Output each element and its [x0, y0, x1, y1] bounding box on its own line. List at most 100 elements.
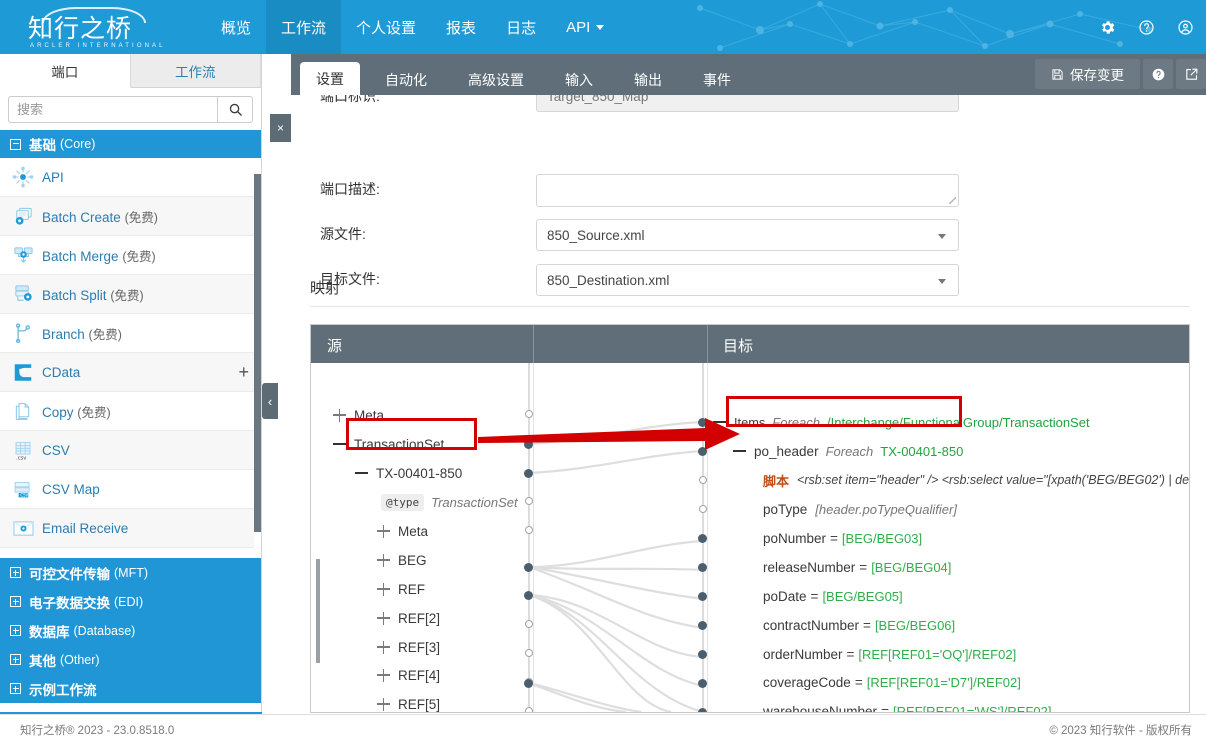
- collapse-minus-icon[interactable]: [733, 445, 746, 458]
- source-node[interactable]: [524, 707, 533, 712]
- sidebar-group-edi[interactable]: 电子数据交换 (EDI): [0, 587, 261, 616]
- target-tree-row[interactable]: releaseNumber = [BEG/BEG04]: [763, 553, 951, 581]
- expand-plus-icon[interactable]: [377, 668, 390, 682]
- source-node[interactable]: [524, 526, 533, 534]
- nav-item-workflow[interactable]: 工作流: [266, 0, 342, 54]
- source-node[interactable]: [524, 497, 533, 505]
- tab-advanced[interactable]: 高级设置: [452, 64, 540, 95]
- user-circle-icon[interactable]: [1177, 19, 1194, 36]
- target-node[interactable]: [698, 505, 707, 513]
- source-tree-row[interactable]: REF[5]: [377, 690, 440, 712]
- sidebar-scrollbar[interactable]: [254, 158, 261, 558]
- source-tree-scrollbar-thumb[interactable]: [316, 559, 320, 663]
- source-tree-row[interactable]: REF[2]: [377, 604, 440, 632]
- target-tree-row-items[interactable]: Items Foreach /Interchange/FunctionalGro…: [713, 408, 1090, 436]
- port-item-cdata[interactable]: CData +: [0, 353, 261, 392]
- target-tree-row[interactable]: orderNumber = [REF[REF01='OQ']/REF02]: [763, 640, 1016, 668]
- port-item-email-receive[interactable]: Email Receive: [0, 509, 261, 548]
- source-tree-row[interactable]: REF[3]: [377, 633, 440, 661]
- sidebar-scrollbar-thumb[interactable]: [254, 174, 261, 532]
- gear-icon[interactable]: [1099, 19, 1116, 36]
- target-node[interactable]: [698, 417, 707, 427]
- source-node[interactable]: [524, 468, 533, 478]
- source-node[interactable]: [524, 439, 533, 449]
- expand-plus-icon[interactable]: [377, 611, 390, 625]
- source-tree-row-attr-type[interactable]: @type TransactionSet: [381, 488, 518, 516]
- sidebar-group-database[interactable]: 数据库 (Database): [0, 616, 261, 645]
- brand-logo[interactable]: 知行之桥 ARCLER INTERNATIONAL: [22, 6, 172, 50]
- tab-automation[interactable]: 自动化: [369, 64, 443, 95]
- close-panel-button[interactable]: ×: [270, 114, 291, 142]
- source-node[interactable]: [524, 649, 533, 657]
- expand-plus-icon[interactable]: [377, 524, 390, 538]
- nav-item-logs[interactable]: 日志: [491, 0, 551, 54]
- nav-item-reports[interactable]: 报表: [431, 0, 491, 54]
- source-node[interactable]: [524, 590, 533, 600]
- add-port-button[interactable]: +: [238, 363, 249, 381]
- target-node[interactable]: [698, 678, 707, 688]
- collapse-sidebar-button[interactable]: ‹: [262, 383, 278, 419]
- collapse-minus-icon[interactable]: [713, 416, 726, 429]
- target-node[interactable]: [698, 562, 707, 572]
- sidebar-tab-workflows[interactable]: 工作流: [130, 54, 261, 87]
- port-item-csv[interactable]: .csv CSV: [0, 431, 261, 470]
- sidebar-group-samples[interactable]: 示例工作流: [0, 674, 261, 703]
- target-tree-row[interactable]: poType [header.poTypeQualifier]: [763, 495, 957, 523]
- source-tree-row[interactable]: REF[4]: [377, 661, 440, 689]
- port-item-api[interactable]: API: [0, 158, 261, 197]
- target-node[interactable]: [698, 446, 707, 456]
- sidebar-group-other[interactable]: 其他 (Other): [0, 645, 261, 674]
- help-circle-icon[interactable]: [1138, 19, 1155, 36]
- target-tree-row[interactable]: poDate = [BEG/BEG05]: [763, 582, 903, 610]
- expand-plus-icon[interactable]: [377, 553, 390, 567]
- source-file-select[interactable]: 850_Source.xml: [536, 219, 959, 251]
- target-node[interactable]: [698, 620, 707, 630]
- source-tree-row[interactable]: BEG: [377, 546, 427, 574]
- sidebar-group-core[interactable]: 基础 (Core): [0, 130, 261, 158]
- source-node[interactable]: [524, 620, 533, 628]
- target-tree-row[interactable]: contractNumber = [BEG/BEG06]: [763, 611, 955, 639]
- target-node[interactable]: [698, 649, 707, 659]
- nav-item-overview[interactable]: 概览: [206, 0, 266, 54]
- tab-output[interactable]: 输出: [618, 64, 678, 95]
- collapse-minus-icon[interactable]: [355, 467, 368, 480]
- port-item-batch-merge[interactable]: Batch Merge (免费): [0, 236, 261, 275]
- source-node[interactable]: [524, 410, 533, 418]
- popout-button[interactable]: [1176, 59, 1206, 89]
- tab-input[interactable]: 输入: [549, 64, 609, 95]
- save-changes-button[interactable]: 保存变更: [1035, 59, 1140, 89]
- source-node[interactable]: [524, 678, 533, 688]
- port-item-branch[interactable]: Branch (免费): [0, 314, 261, 353]
- search-button[interactable]: [217, 96, 253, 123]
- port-description-field[interactable]: [536, 174, 959, 207]
- nav-item-api[interactable]: API: [551, 0, 619, 54]
- target-node[interactable]: [698, 591, 707, 601]
- expand-plus-icon[interactable]: [377, 697, 390, 711]
- expand-plus-icon[interactable]: [377, 640, 390, 654]
- tab-settings[interactable]: 设置: [300, 62, 360, 95]
- port-id-field[interactable]: Target_850_Map: [536, 95, 959, 112]
- source-tree-row[interactable]: TransactionSet: [333, 430, 444, 458]
- target-node[interactable]: [698, 533, 707, 543]
- collapse-minus-icon[interactable]: [333, 438, 346, 451]
- target-tree-row-po-header[interactable]: po_header Foreach TX-00401-850: [733, 437, 963, 465]
- target-tree-row-script[interactable]: 脚本 <rsb:set item="header" /> <rsb:select…: [763, 466, 1189, 494]
- source-tree-row-tx-00401-850[interactable]: TX-00401-850: [355, 459, 462, 487]
- target-tree-row[interactable]: poNumber = [BEG/BEG03]: [763, 524, 922, 552]
- port-item-copy[interactable]: Copy (免费): [0, 392, 261, 431]
- source-tree-row[interactable]: REF: [377, 575, 425, 603]
- port-item-batch-create[interactable]: Batch Create (免费): [0, 197, 261, 236]
- expand-plus-icon[interactable]: [377, 582, 390, 596]
- help-button[interactable]: [1143, 59, 1173, 89]
- sidebar-tab-ports[interactable]: 端口: [0, 54, 131, 88]
- tab-events[interactable]: 事件: [687, 64, 747, 95]
- source-tree-row[interactable]: Meta: [377, 517, 428, 545]
- target-node[interactable]: [698, 476, 707, 484]
- port-item-batch-split[interactable]: Batch Split (免费): [0, 275, 261, 314]
- sidebar-group-mft[interactable]: 可控文件传输 (MFT): [0, 558, 261, 587]
- expand-plus-icon[interactable]: [333, 408, 346, 422]
- source-tree-row[interactable]: Meta: [333, 401, 384, 429]
- target-tree-row[interactable]: warehouseNumber = [REF[REF01='WS']/REF02…: [763, 697, 1051, 713]
- target-file-select[interactable]: 850_Destination.xml: [536, 264, 959, 296]
- target-tree-row[interactable]: coverageCode = [REF[REF01='D7']/REF02]: [763, 668, 1021, 696]
